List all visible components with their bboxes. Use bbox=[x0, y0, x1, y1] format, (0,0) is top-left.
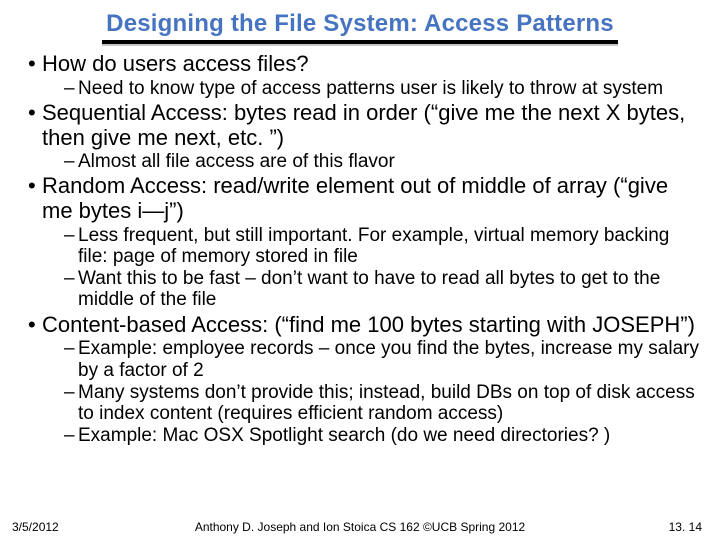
bullet-level-2: Less frequent, but still important. For … bbox=[18, 225, 702, 268]
bullet-level-1: Content-based Access: (“find me 100 byte… bbox=[18, 313, 702, 338]
footer-page: 13. 14 bbox=[669, 520, 702, 534]
footer-credit: Anthony D. Joseph and Ion Stoica CS 162 … bbox=[0, 520, 720, 534]
slide-title: Designing the File System: Access Patter… bbox=[0, 0, 720, 38]
slide-body: How do users access files? Need to know … bbox=[0, 46, 720, 447]
bullet-level-2: Many systems don’t provide this; instead… bbox=[18, 382, 702, 425]
bullet-level-1: How do users access files? bbox=[18, 52, 702, 77]
bullet-level-2: Example: Mac OSX Spotlight search (do we… bbox=[18, 425, 702, 446]
bullet-level-1: Random Access: read/write element out of… bbox=[18, 174, 702, 223]
bullet-level-1: Sequential Access: bytes read in order (… bbox=[18, 101, 702, 150]
slide: Designing the File System: Access Patter… bbox=[0, 0, 720, 540]
bullet-level-2: Need to know type of access patterns use… bbox=[18, 78, 702, 99]
bullet-level-2: Example: employee records – once you fin… bbox=[18, 338, 702, 381]
bullet-level-2: Want this to be fast – don’t want to hav… bbox=[18, 268, 702, 311]
bullet-level-2: Almost all file access are of this flavo… bbox=[18, 151, 702, 172]
